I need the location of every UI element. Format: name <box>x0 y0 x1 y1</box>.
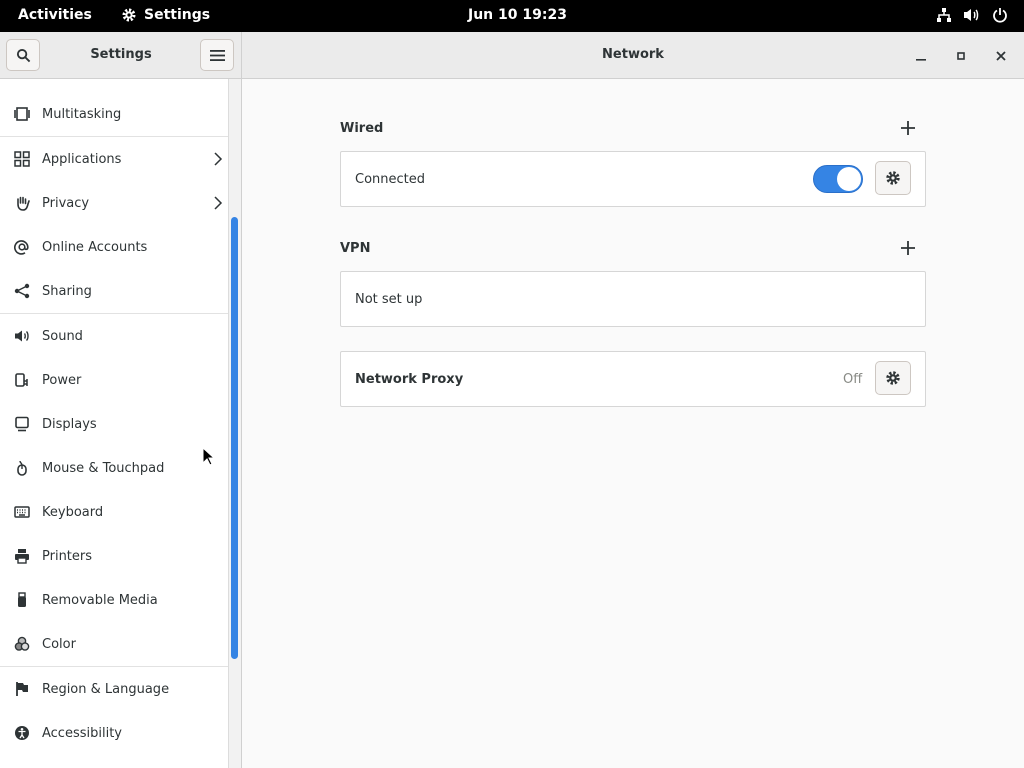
keyboard-icon <box>13 503 31 521</box>
gear-icon <box>886 171 900 185</box>
sidebar-item-sound[interactable]: Sound <box>0 314 228 358</box>
sidebar-item-label: Accessibility <box>42 725 122 741</box>
chevron-right-icon <box>214 196 223 210</box>
display-icon <box>13 415 31 433</box>
sidebar-item-displays[interactable]: Displays <box>0 402 228 446</box>
mouse-cursor-icon <box>202 447 216 466</box>
sidebar-item-sharing[interactable]: Sharing <box>0 269 228 313</box>
sidebar-item-power[interactable]: Power <box>0 358 228 402</box>
maximize-icon <box>957 52 965 60</box>
activities-button[interactable]: Activities <box>18 7 92 23</box>
wired-connection-row: Connected <box>340 151 926 207</box>
toggle-knob <box>837 167 861 191</box>
at-icon <box>13 238 31 256</box>
gear-icon <box>122 8 136 22</box>
sidebar-item-color[interactable]: Color <box>0 622 228 666</box>
sidebar-item-label: Online Accounts <box>42 239 148 255</box>
app-menu[interactable]: Settings <box>121 7 210 23</box>
sidebar-item-label: Region & Language <box>42 681 170 697</box>
app-name: Settings <box>144 7 211 23</box>
sidebar-item-mouse-touchpad[interactable]: Mouse & Touchpad <box>0 446 228 490</box>
sidebar-item-removable-media[interactable]: Removable Media <box>0 578 228 622</box>
sidebar-item-applications[interactable]: Applications <box>0 137 228 181</box>
sidebar[interactable]: Multitasking Applications Privacy Online… <box>0 79 228 768</box>
network-proxy-label: Network Proxy <box>355 372 464 387</box>
sidebar-item-printers[interactable]: Printers <box>0 534 228 578</box>
main-header: Network <box>242 32 1024 79</box>
clock[interactable]: Jun 10 19:23 <box>468 7 567 23</box>
vpn-section-title: VPN <box>340 241 371 256</box>
speaker-icon <box>13 327 31 345</box>
maximize-button[interactable] <box>950 45 972 67</box>
sidebar-item-label: Removable Media <box>42 592 158 608</box>
plus-icon <box>901 121 915 135</box>
sidebar-item-label: Power <box>42 372 82 388</box>
sidebar-header: Settings <box>0 32 242 79</box>
sidebar-item-label: Privacy <box>42 195 90 211</box>
accessibility-icon <box>13 724 31 742</box>
sidebar-item-accessibility[interactable]: Accessibility <box>0 711 228 755</box>
sidebar-item-label: Sharing <box>42 283 92 299</box>
sidebar-item-label: Multitasking <box>42 106 122 122</box>
flag-icon <box>13 680 31 698</box>
network-proxy-row[interactable]: Network Proxy Off <box>340 351 926 407</box>
proxy-status: Off <box>843 372 863 387</box>
sidebar-item-region-language[interactable]: Region & Language <box>0 667 228 711</box>
sidebar-item-privacy[interactable]: Privacy <box>0 181 228 225</box>
scrollbar-thumb[interactable] <box>231 217 238 659</box>
sidebar-item-label: Sound <box>42 328 83 344</box>
color-icon <box>13 635 31 653</box>
printer-icon <box>13 547 31 565</box>
mouse-icon <box>13 459 31 477</box>
system-tray[interactable] <box>936 7 1008 23</box>
wired-status: Connected <box>355 172 426 187</box>
volume-icon <box>964 9 979 21</box>
close-icon <box>996 51 1006 61</box>
sidebar-item-label: Keyboard <box>42 504 104 520</box>
chevron-right-icon <box>214 152 223 166</box>
wired-settings-button[interactable] <box>875 161 911 195</box>
settings-window: Settings Network Multitasking Applicatio… <box>0 32 1024 768</box>
network-wired-icon <box>937 8 951 22</box>
close-button[interactable] <box>990 45 1012 67</box>
sidebar-item-multitasking[interactable]: Multitasking <box>0 92 228 136</box>
sidebar-item-label: Printers <box>42 548 93 564</box>
sidebar-item-label: Color <box>42 636 76 652</box>
sidebar-item-keyboard[interactable]: Keyboard <box>0 490 228 534</box>
minimize-button[interactable] <box>910 45 932 67</box>
sidebar-item-online-accounts[interactable]: Online Accounts <box>0 225 228 269</box>
minimize-icon <box>916 59 926 61</box>
wired-section-title: Wired <box>340 121 384 136</box>
main-menu-button[interactable] <box>200 39 234 71</box>
proxy-settings-button[interactable] <box>875 361 911 395</box>
page-title: Network <box>602 47 664 62</box>
sidebar-item-label: Mouse & Touchpad <box>42 460 165 476</box>
multitasking-icon <box>13 105 31 123</box>
plus-icon <box>901 241 915 255</box>
gear-icon <box>886 371 900 385</box>
power-icon <box>993 8 1007 23</box>
vpn-status: Not set up <box>355 292 423 307</box>
sidebar-item-label: Displays <box>42 416 97 432</box>
vpn-row: Not set up <box>340 271 926 327</box>
usb-drive-icon <box>13 591 31 609</box>
hamburger-menu-icon <box>209 49 225 61</box>
top-bar: Activities Settings Jun 10 19:23 <box>0 0 1024 32</box>
power-plug-icon <box>13 371 31 389</box>
add-vpn-button[interactable] <box>898 238 918 258</box>
wired-toggle[interactable] <box>813 165 863 193</box>
sidebar-item-label: Applications <box>42 151 122 167</box>
applications-icon <box>13 150 31 168</box>
share-icon <box>13 282 31 300</box>
add-wired-button[interactable] <box>898 118 918 138</box>
privacy-hand-icon <box>13 194 31 212</box>
